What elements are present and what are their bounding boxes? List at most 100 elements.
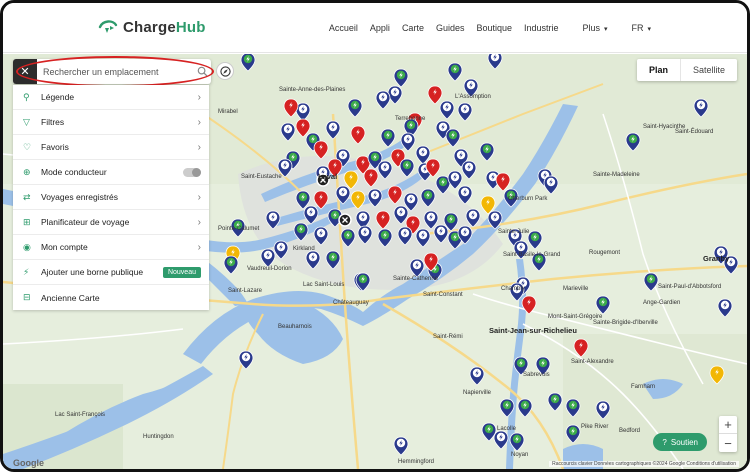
new-badge: Nouveau bbox=[162, 266, 201, 278]
search-icon[interactable] bbox=[193, 66, 211, 77]
menu-item-label: Mon compte bbox=[41, 242, 88, 252]
menu-item-label: Voyages enregistrés bbox=[41, 192, 119, 202]
map-type-control: Plan Satellite bbox=[636, 59, 737, 81]
city-label: Saint-Édouard bbox=[675, 129, 714, 135]
nav-plus-label: Plus bbox=[582, 23, 601, 33]
nav-language-label: FR bbox=[631, 23, 644, 33]
help-icon: ? bbox=[662, 437, 667, 447]
nav-plus[interactable]: Plus ▾ bbox=[571, 23, 608, 33]
logo-text: ChargeHub bbox=[123, 18, 206, 36]
steering-wheel-icon: ⊕ bbox=[23, 166, 31, 177]
zoom-in-button[interactable]: + bbox=[719, 416, 737, 434]
nav-accueil[interactable]: Accueil bbox=[329, 23, 358, 33]
city-label: Noyan bbox=[511, 452, 529, 458]
driver-mode-toggle[interactable] bbox=[183, 167, 201, 177]
city-label: Lac Saint-François bbox=[55, 412, 106, 418]
google-logo: Google bbox=[13, 458, 44, 468]
city-label: Saint-Rémi bbox=[433, 334, 463, 340]
menu-item-ajouter-borne[interactable]: ⚡ Ajouter une borne publique Nouveau bbox=[13, 260, 209, 285]
side-menu: ⚲ Légende › ▽ Filtres › ♡ Favoris › ⊕ Mo… bbox=[13, 85, 209, 310]
city-label: Beauharnois bbox=[278, 324, 312, 330]
heart-icon: ♡ bbox=[23, 141, 32, 152]
search-glyph bbox=[197, 66, 208, 77]
filter-icon: ▽ bbox=[23, 116, 30, 127]
city-label: Sainte-Julie bbox=[498, 229, 530, 235]
menu-item-label: Légende bbox=[41, 92, 75, 102]
locate-me-button[interactable] bbox=[216, 62, 234, 80]
city-label: Mirabel bbox=[218, 109, 238, 115]
chevron-right-icon: › bbox=[197, 91, 201, 103]
planner-icon: ⊞ bbox=[23, 216, 31, 227]
cluster-marker[interactable] bbox=[338, 213, 352, 227]
city-label: Sainte-Catherine bbox=[393, 276, 439, 282]
nav-guides[interactable]: Guides bbox=[436, 23, 465, 33]
menu-item-planificateur[interactable]: ⊞ Planificateur de voyage › bbox=[13, 210, 209, 235]
city-label: Châteauguay bbox=[333, 300, 369, 306]
menu-item-filtres[interactable]: ▽ Filtres › bbox=[13, 110, 209, 135]
nav-industrie[interactable]: Industrie bbox=[524, 23, 559, 33]
route-icon: ⇄ bbox=[23, 191, 31, 202]
nav-boutique[interactable]: Boutique bbox=[476, 23, 512, 33]
city-label: Saint-Lazare bbox=[228, 288, 263, 294]
chevron-down-icon: ▾ bbox=[645, 26, 651, 33]
city-label: Saint-Basile-le-Grand bbox=[503, 252, 561, 258]
city-label: Lacolle bbox=[497, 426, 517, 432]
city-label: Marieville bbox=[563, 286, 589, 292]
menu-item-label: Ancienne Carte bbox=[41, 292, 100, 303]
support-button[interactable]: ? Soutien bbox=[653, 433, 707, 451]
chevron-right-icon: › bbox=[197, 191, 201, 203]
menu-item-label: Mode conducteur bbox=[41, 167, 107, 177]
support-label: Soutien bbox=[670, 437, 698, 447]
city-label: Farnham bbox=[631, 384, 656, 390]
zoom-control: + − bbox=[719, 416, 737, 452]
city-label: Pike River bbox=[581, 424, 609, 430]
chevron-right-icon: › bbox=[197, 241, 201, 253]
app-frame: ChargeHub Accueil Appli Carte Guides Bou… bbox=[0, 0, 750, 472]
city-label: Huntingdon bbox=[143, 434, 174, 440]
city-label: Napierville bbox=[463, 390, 492, 396]
city-label: Hemmingford bbox=[398, 459, 435, 465]
city-label: Otterburn Park bbox=[508, 196, 548, 202]
nav-appli[interactable]: Appli bbox=[370, 23, 390, 33]
city-label: Pointe-Calumet bbox=[218, 226, 260, 232]
menu-item-legende[interactable]: ⚲ Légende › bbox=[13, 85, 209, 110]
menu-item-label: Planificateur de voyage bbox=[41, 217, 130, 227]
city-label: Rougemont bbox=[589, 250, 621, 256]
menu-item-voyages[interactable]: ⇄ Voyages enregistrés › bbox=[13, 185, 209, 210]
city-label: Sainte-Anne-des-Plaines bbox=[279, 87, 346, 93]
map-type-plan-button[interactable]: Plan bbox=[637, 59, 680, 81]
chevron-right-icon: › bbox=[197, 216, 201, 228]
old-map-icon: ⊟ bbox=[23, 292, 31, 302]
city-label: Kirkland bbox=[293, 246, 315, 252]
city-label: Sainte-Madeleine bbox=[593, 172, 640, 178]
chevron-right-icon: › bbox=[197, 116, 201, 128]
city-label: Saint-Eustache bbox=[241, 174, 282, 180]
city-label: Sabrevois bbox=[523, 372, 550, 378]
menu-item-ancienne-carte[interactable]: ⊟ Ancienne Carte bbox=[13, 285, 209, 310]
map-attribution[interactable]: Raccourcis clavier Données cartographiqu… bbox=[549, 461, 739, 467]
close-icon: ✕ bbox=[20, 66, 30, 78]
close-panel-button[interactable]: ✕ bbox=[13, 59, 37, 84]
add-station-icon: ⚡ bbox=[23, 266, 30, 277]
menu-item-mode-conducteur[interactable]: ⊕ Mode conducteur bbox=[13, 160, 209, 185]
search-location-input[interactable] bbox=[37, 60, 193, 83]
city-label: Chambly bbox=[501, 286, 525, 292]
chevron-right-icon: › bbox=[197, 141, 201, 153]
city-label: Saint-Alexandre bbox=[571, 359, 614, 365]
city-label: Ange-Gardien bbox=[643, 300, 681, 306]
search-bar: ✕ bbox=[13, 59, 211, 84]
menu-item-favoris[interactable]: ♡ Favoris › bbox=[13, 135, 209, 160]
menu-item-compte[interactable]: ◉ Mon compte › bbox=[13, 235, 209, 260]
chargehub-logo[interactable]: ChargeHub bbox=[97, 18, 206, 36]
city-label: Saint-Paul-d'Abbotsford bbox=[658, 284, 722, 290]
account-icon: ◉ bbox=[23, 241, 31, 252]
city-label: Vaudreuil-Dorion bbox=[247, 266, 292, 272]
city-label: Granby bbox=[703, 254, 730, 263]
zoom-out-button[interactable]: − bbox=[719, 434, 737, 452]
menu-item-label: Filtres bbox=[41, 117, 65, 127]
nav-language[interactable]: FR ▾ bbox=[620, 23, 651, 33]
city-label: Bedford bbox=[619, 428, 641, 434]
top-nav-bar: ChargeHub Accueil Appli Carte Guides Bou… bbox=[3, 3, 747, 53]
nav-carte[interactable]: Carte bbox=[402, 23, 424, 33]
map-type-satellite-button[interactable]: Satellite bbox=[679, 59, 737, 81]
